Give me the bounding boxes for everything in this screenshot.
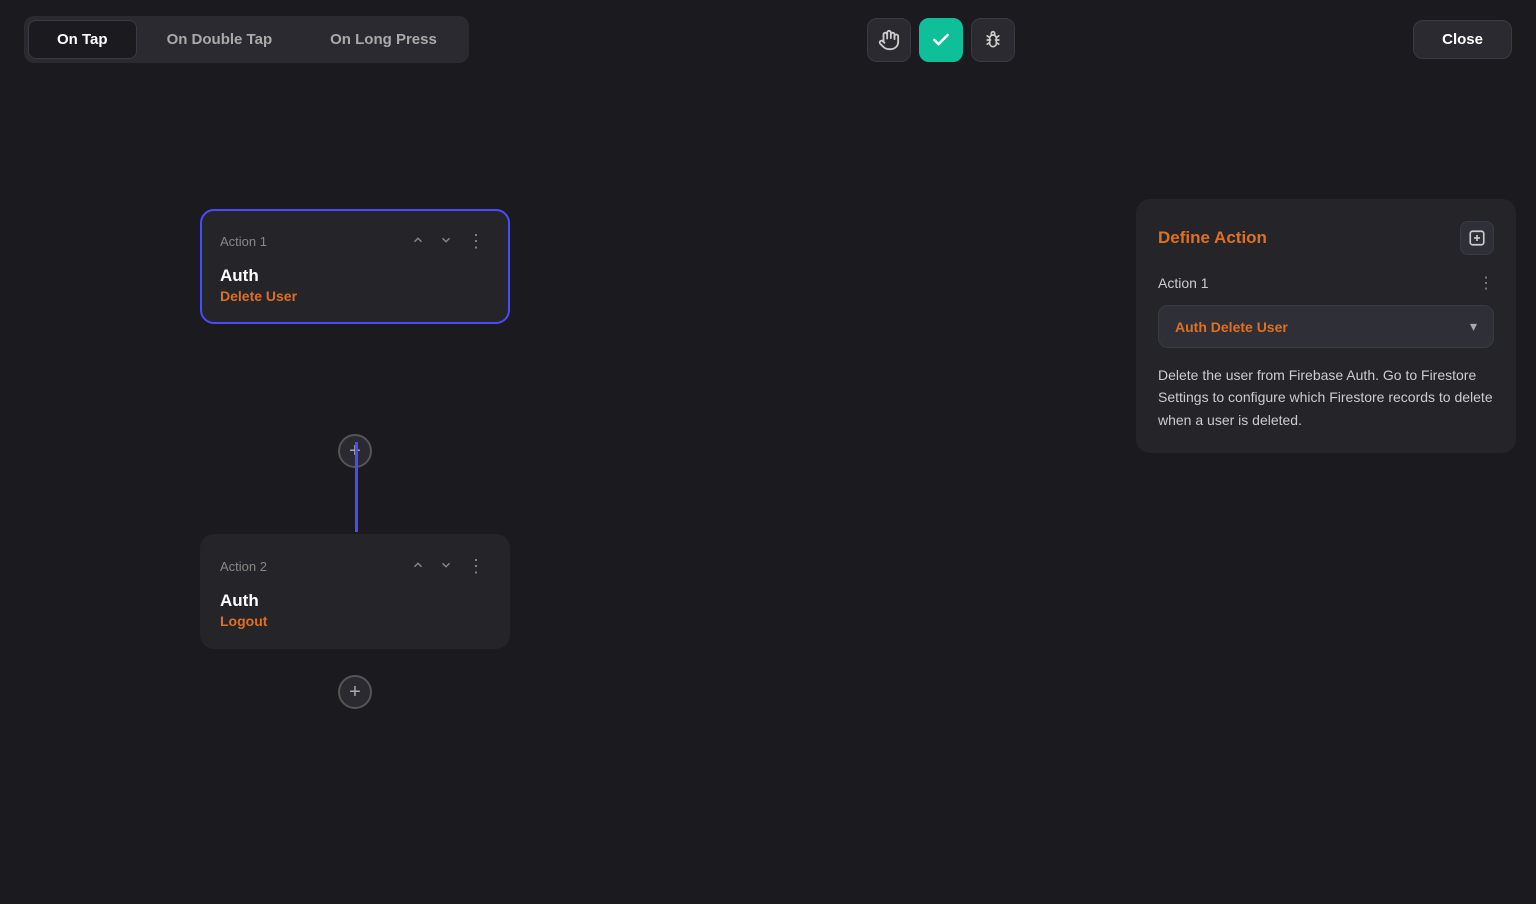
canvas: Action 1 ⋮ Auth Delete User + Action 2 bbox=[0, 79, 1536, 903]
define-action-panel: Define Action Action 1 ⋮ Auth Delete Use… bbox=[1136, 199, 1516, 453]
card-2-subtitle: Logout bbox=[220, 613, 490, 629]
bug-icon-button[interactable] bbox=[971, 18, 1015, 62]
card-2-label: Action 2 bbox=[220, 559, 267, 574]
gesture-icon-button[interactable] bbox=[867, 18, 911, 62]
card-1-header: Action 1 ⋮ bbox=[220, 229, 490, 254]
close-button[interactable]: Close bbox=[1413, 20, 1512, 59]
tab-group: On Tap On Double Tap On Long Press bbox=[24, 16, 469, 63]
action-card-1[interactable]: Action 1 ⋮ Auth Delete User bbox=[200, 209, 510, 324]
panel-action-menu-btn[interactable]: ⋮ bbox=[1478, 273, 1494, 293]
action-select-dropdown[interactable]: Auth Delete User ▾ bbox=[1158, 305, 1494, 348]
card-1-subtitle: Delete User bbox=[220, 288, 490, 304]
tab-on-tap[interactable]: On Tap bbox=[28, 20, 137, 59]
card-1-label: Action 1 bbox=[220, 234, 267, 249]
check-icon-button[interactable] bbox=[919, 18, 963, 62]
connector-line bbox=[355, 442, 358, 532]
panel-action-label: Action 1 bbox=[1158, 275, 1209, 291]
chevron-down-icon: ▾ bbox=[1470, 318, 1477, 335]
action-select-label: Auth Delete User bbox=[1175, 319, 1288, 335]
card-2-controls: ⋮ bbox=[407, 554, 490, 579]
action-description: Delete the user from Firebase Auth. Go t… bbox=[1158, 364, 1494, 431]
add-action-btn-2[interactable]: + bbox=[338, 675, 372, 709]
panel-add-button[interactable] bbox=[1460, 221, 1494, 255]
tab-on-long-press[interactable]: On Long Press bbox=[302, 21, 465, 58]
card-2-up-btn[interactable] bbox=[407, 556, 429, 577]
card-1-title: Auth bbox=[220, 266, 490, 286]
card-2-title: Auth bbox=[220, 591, 490, 611]
tab-on-double-tap[interactable]: On Double Tap bbox=[139, 21, 301, 58]
header: On Tap On Double Tap On Long Press bbox=[0, 0, 1536, 79]
panel-header: Define Action bbox=[1158, 221, 1494, 255]
panel-title: Define Action bbox=[1158, 228, 1267, 248]
card-2-down-btn[interactable] bbox=[435, 556, 457, 577]
card-1-menu-btn[interactable]: ⋮ bbox=[463, 229, 490, 254]
card-1-controls: ⋮ bbox=[407, 229, 490, 254]
card-1-up-btn[interactable] bbox=[407, 231, 429, 252]
header-center bbox=[867, 18, 1015, 62]
card-2-menu-btn[interactable]: ⋮ bbox=[463, 554, 490, 579]
card-1-down-btn[interactable] bbox=[435, 231, 457, 252]
panel-action-row: Action 1 ⋮ bbox=[1158, 273, 1494, 293]
action-card-2[interactable]: Action 2 ⋮ Auth Logout bbox=[200, 534, 510, 649]
card-2-header: Action 2 ⋮ bbox=[220, 554, 490, 579]
